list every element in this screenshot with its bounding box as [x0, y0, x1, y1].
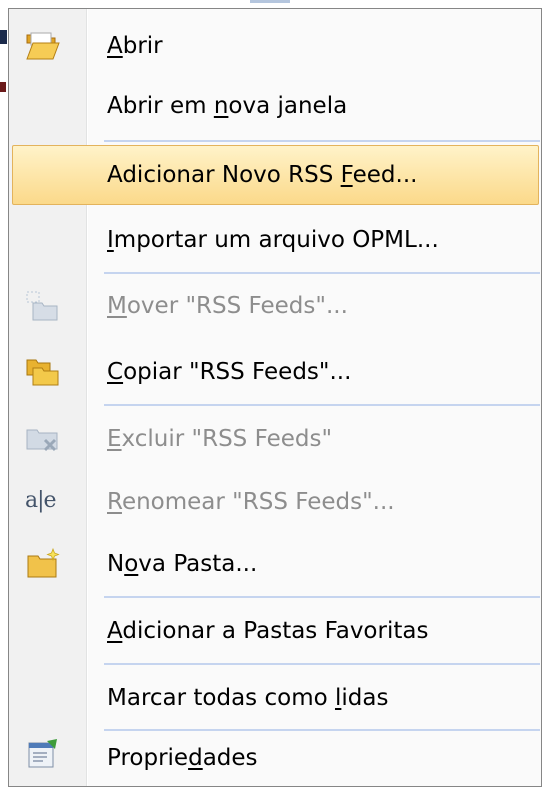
new-folder-icon: [25, 547, 61, 581]
menu-item-marcar-lidas[interactable]: Marcar todas como lidas: [12, 668, 539, 728]
context-menu: Abrir Abrir em nova janela Adicionar Nov…: [8, 8, 542, 787]
menu-item-abrir[interactable]: Abrir: [12, 16, 539, 76]
rename-icon: a|e: [25, 488, 57, 513]
properties-icon: [25, 737, 61, 771]
menu-item-copiar[interactable]: Copiar "RSS Feeds"...: [12, 342, 539, 402]
menu-item-importar-opml[interactable]: Importar um arquivo OPML...: [12, 210, 539, 270]
menu-item-propriedades[interactable]: Propriedades: [12, 725, 539, 787]
menu-item-renomear[interactable]: a|e Renomear "RSS Feeds"...: [12, 472, 539, 532]
move-folder-icon: [25, 289, 61, 323]
menu-separator: [104, 404, 540, 406]
menu-separator: [104, 596, 540, 598]
menu-separator: [104, 272, 540, 274]
folder-open-icon: [25, 29, 61, 63]
menu-item-adicionar-rss-feed[interactable]: Adicionar Novo RSS Feed...: [12, 145, 539, 205]
background-fragment: [0, 82, 6, 92]
delete-folder-icon: [25, 422, 61, 456]
menu-item-excluir[interactable]: Excluir "RSS Feeds": [12, 409, 539, 469]
background-fragment: [250, 0, 290, 3]
background-fragment: [0, 30, 7, 44]
menu-item-adicionar-favoritas[interactable]: Adicionar a Pastas Favoritas: [12, 601, 539, 661]
copy-folder-icon: [25, 355, 61, 389]
menu-item-abrir-nova-janela[interactable]: Abrir em nova janela: [12, 76, 539, 136]
menu-separator: [104, 140, 540, 142]
menu-separator: [104, 663, 540, 665]
menu-item-mover[interactable]: Mover "RSS Feeds"...: [12, 276, 539, 336]
menu-item-nova-pasta[interactable]: Nova Pasta...: [12, 534, 539, 594]
